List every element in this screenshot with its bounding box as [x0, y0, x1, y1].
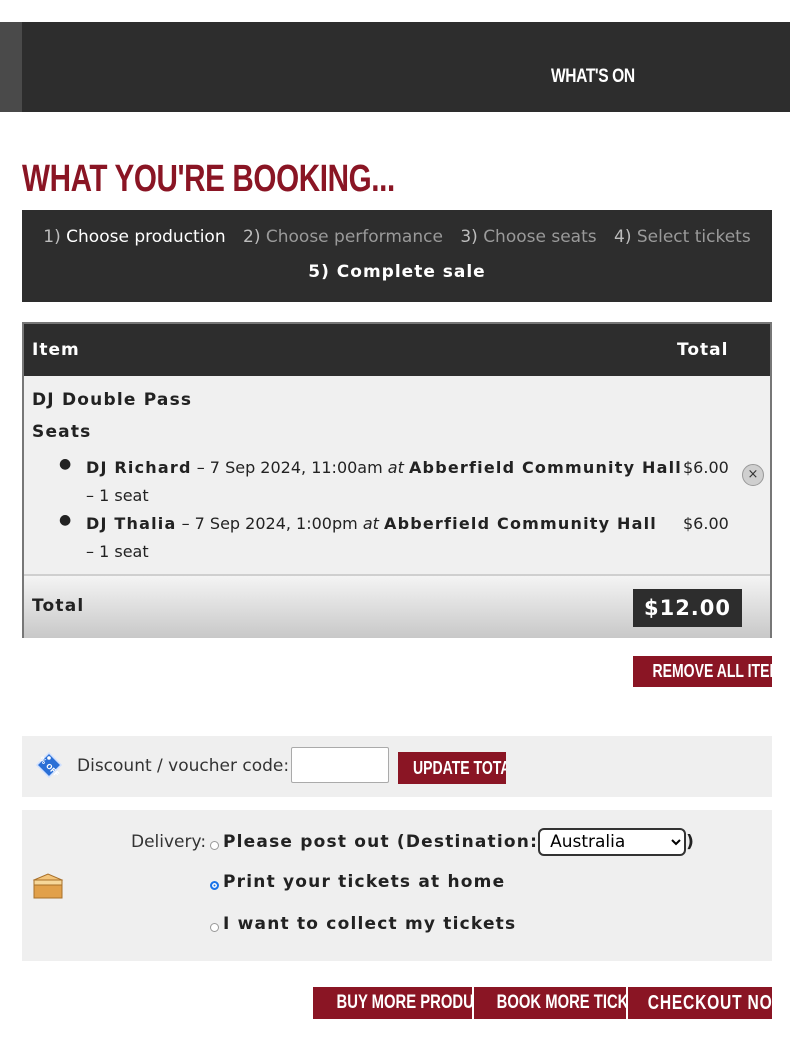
- seat-list: ● DJ Richard – 7 Sep 2024, 11:00am at Ab…: [24, 454, 770, 566]
- total-amount: $12.00: [633, 589, 742, 627]
- list-item: ● DJ Thalia – 7 Sep 2024, 1:00pm at Abbe…: [59, 512, 729, 561]
- col-total-header: Total: [677, 340, 729, 360]
- product-name: DJ Double Pass: [32, 390, 193, 410]
- col-item-header: Item: [32, 340, 80, 360]
- cart-total-row: Total $12.00: [24, 574, 770, 638]
- bullet: ●: [59, 456, 72, 472]
- performer-name: DJ Richard: [86, 458, 192, 477]
- discount-tag-icon: % OFF: [35, 751, 63, 779]
- voucher-label: Discount / voucher code:: [77, 756, 290, 776]
- delivery-panel: Delivery: Please post out (Destination: A…: [22, 810, 772, 961]
- page-title: WHAT YOU'RE BOOKING...: [22, 158, 395, 200]
- update-total-button[interactable]: UPDATE TOTAL: [398, 752, 506, 784]
- cart-table: Item Total DJ Double Pass Seats ● DJ Ric…: [22, 322, 772, 638]
- remove-all-items-button[interactable]: REMOVE ALL ITEMS: [633, 656, 772, 687]
- step-choose-seats: 3) Choose seats: [460, 227, 597, 247]
- radio-collect[interactable]: [210, 923, 219, 932]
- bullet: ●: [59, 512, 72, 528]
- book-more-tickets-button[interactable]: BOOK MORE TICKETS: [474, 987, 626, 1019]
- delivery-option-post[interactable]: Please post out (Destination: Australia): [210, 828, 695, 856]
- cart-header: Item Total: [24, 324, 770, 376]
- step-select-tickets: 4) Select tickets: [614, 227, 751, 247]
- line-price: $6.00: [683, 514, 729, 533]
- seat-qty: – 1 seat: [86, 542, 149, 561]
- checkout-now-button[interactable]: CHECKOUT NOW: [628, 987, 772, 1019]
- venue-name: Abberfield Community Hall: [408, 458, 682, 477]
- delivery-option-print[interactable]: Print your tickets at home: [210, 872, 505, 892]
- radio-post[interactable]: [210, 841, 219, 850]
- step-choose-performance: 2) Choose performance: [243, 227, 443, 247]
- buy-more-products-button[interactable]: BUY MORE PRODUCTS: [313, 987, 472, 1019]
- venue-name: Abberfield Community Hall: [383, 514, 657, 533]
- voucher-code-input[interactable]: [291, 747, 389, 783]
- delivery-label: Delivery:: [131, 832, 207, 852]
- list-item: ● DJ Richard – 7 Sep 2024, 11:00am at Ab…: [59, 456, 729, 505]
- delivery-option-collect[interactable]: I want to collect my tickets: [210, 914, 516, 934]
- step-choose-production[interactable]: 1) Choose production: [43, 227, 225, 247]
- nav-edge: [0, 22, 22, 112]
- radio-print[interactable]: [210, 881, 219, 890]
- seats-heading: Seats: [32, 422, 92, 442]
- booking-steps: 1) Choose production 2) Choose performan…: [22, 210, 772, 302]
- seat-qty: – 1 seat: [86, 486, 149, 505]
- nav-whats-on-link[interactable]: WHAT'S ON: [551, 66, 653, 88]
- package-box-icon: [32, 873, 64, 899]
- remove-item-icon[interactable]: ×: [742, 464, 764, 486]
- line-price: $6.00: [683, 458, 729, 477]
- voucher-panel: % OFF Discount / voucher code: UPDATE TO…: [22, 736, 772, 797]
- top-nav-bar: WHAT'S ON: [0, 22, 790, 112]
- destination-select[interactable]: Australia: [538, 828, 687, 856]
- step-complete-sale: 5) Complete sale: [308, 262, 486, 282]
- total-label: Total: [32, 596, 85, 616]
- performer-name: DJ Thalia: [86, 514, 177, 533]
